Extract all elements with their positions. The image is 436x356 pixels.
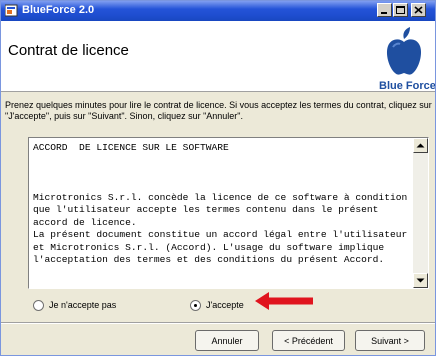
header-panel: Contrat de licence Blue Force xyxy=(1,21,435,92)
license-scrollbar[interactable] xyxy=(413,138,428,288)
apple-icon xyxy=(386,27,422,75)
minimize-button[interactable] xyxy=(377,3,392,17)
accept-option[interactable]: J'accepte xyxy=(190,298,244,312)
red-arrow-icon xyxy=(255,292,313,310)
license-content: ACCORD DE LICENCE SUR LE SOFTWARE Microt… xyxy=(33,142,411,267)
window-title: BlueForce 2.0 xyxy=(22,4,95,16)
accept-label[interactable]: J'accepte xyxy=(206,300,244,310)
close-icon xyxy=(414,6,423,14)
license-textbox[interactable]: ACCORD DE LICENCE SUR LE SOFTWARE Microt… xyxy=(28,137,429,289)
decline-radio[interactable] xyxy=(33,299,44,311)
license-heading: ACCORD DE LICENCE SUR LE SOFTWARE xyxy=(33,142,229,153)
minimize-icon xyxy=(381,12,387,14)
instructions-text: Prenez quelques minutes pour lire le con… xyxy=(5,100,432,121)
title-bar[interactable]: BlueForce 2.0 xyxy=(1,1,435,21)
license-spacer xyxy=(33,155,411,192)
back-button[interactable]: < Précédent xyxy=(272,330,345,351)
page-title: Contrat de licence xyxy=(8,42,129,59)
decline-option[interactable]: Je n'accepte pas xyxy=(33,298,116,312)
arrow-up-icon xyxy=(416,143,425,148)
arrow-down-icon xyxy=(416,278,425,283)
close-button[interactable] xyxy=(411,3,426,17)
maximize-button[interactable] xyxy=(393,3,408,17)
installer-window: BlueForce 2.0 Contrat de licence Blue Fo… xyxy=(0,0,436,356)
maximize-icon xyxy=(396,6,405,14)
accept-radio[interactable] xyxy=(190,299,201,311)
next-button[interactable]: Suivant > xyxy=(355,330,425,351)
footer-divider xyxy=(1,322,435,324)
license-paragraph: La présent document constitue un accord … xyxy=(33,229,413,265)
scroll-down-button[interactable] xyxy=(413,273,428,288)
license-paragraph: Microtronics S.r.l. concède la licence d… xyxy=(33,191,413,228)
app-icon xyxy=(5,4,18,17)
decline-label[interactable]: Je n'accepte pas xyxy=(49,300,116,310)
cancel-button[interactable]: Annuler xyxy=(195,330,259,351)
scroll-up-button[interactable] xyxy=(413,138,428,153)
logo-text: Blue Force xyxy=(379,80,436,92)
